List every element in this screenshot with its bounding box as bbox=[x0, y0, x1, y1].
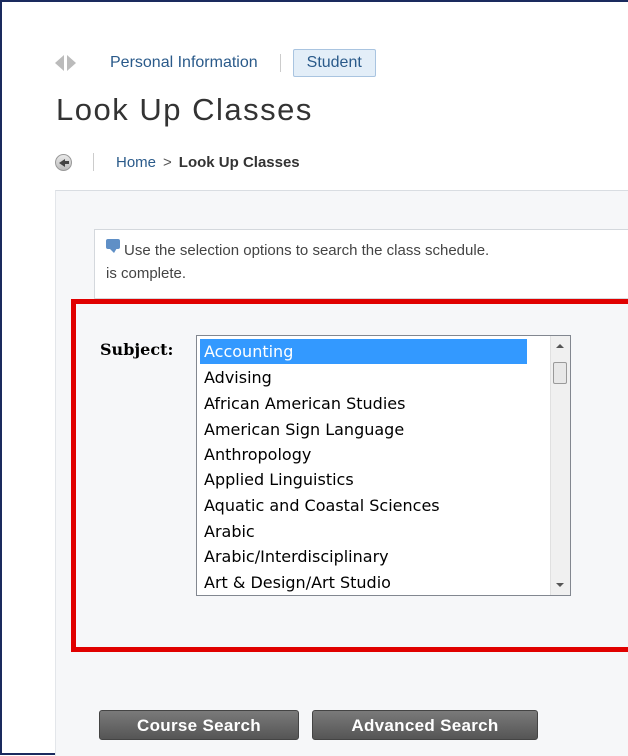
student-tab[interactable]: Student bbox=[292, 49, 376, 77]
subject-option[interactable]: Applied Linguistics bbox=[200, 467, 354, 492]
subject-option[interactable]: American Sign Language bbox=[200, 417, 404, 442]
scroll-down-arrow-icon[interactable] bbox=[556, 583, 564, 587]
nav-right-arrow-icon[interactable] bbox=[67, 55, 76, 71]
subject-option[interactable]: Accounting bbox=[200, 339, 527, 364]
subject-option[interactable]: Anthropology bbox=[200, 442, 311, 467]
subject-listbox[interactable]: Accounting Advising African American Stu… bbox=[196, 335, 571, 596]
breadcrumb-current: Look Up Classes bbox=[178, 153, 300, 171]
breadcrumb-divider bbox=[93, 153, 94, 171]
subject-option[interactable]: Arabic/Interdisciplinary bbox=[200, 544, 389, 569]
top-navigation: Personal Information Student bbox=[55, 48, 376, 78]
info-text-line1: Use the selection options to search the … bbox=[124, 242, 490, 259]
personal-information-link[interactable]: Personal Information bbox=[110, 54, 258, 72]
nav-divider bbox=[279, 54, 281, 72]
scroll-thumb[interactable] bbox=[553, 362, 567, 384]
back-arrow-icon[interactable] bbox=[55, 153, 72, 171]
scroll-up-arrow-icon[interactable] bbox=[556, 344, 564, 348]
course-search-button[interactable]: Course Search bbox=[99, 710, 299, 740]
nav-left-arrow-icon[interactable] bbox=[55, 55, 64, 71]
subject-option[interactable]: Advising bbox=[200, 365, 272, 390]
nav-arrows[interactable] bbox=[55, 55, 76, 71]
info-text-line2: is complete. bbox=[106, 265, 187, 282]
listbox-scrollbar[interactable] bbox=[550, 336, 570, 595]
speech-bubble-icon bbox=[106, 239, 120, 253]
subject-option[interactable]: Arabic bbox=[200, 519, 255, 544]
subject-label: Subject: bbox=[100, 340, 174, 359]
subject-option[interactable]: Aquatic and Coastal Sciences bbox=[200, 493, 440, 518]
breadcrumb: Home > Look Up Classes bbox=[55, 150, 300, 174]
info-message: Use the selection options to search the … bbox=[94, 229, 628, 299]
page-title: Look Up Classes bbox=[56, 92, 313, 127]
subject-option[interactable]: African American Studies bbox=[200, 391, 405, 416]
breadcrumb-home-link[interactable]: Home bbox=[116, 154, 156, 171]
advanced-search-button[interactable]: Advanced Search bbox=[312, 710, 538, 740]
breadcrumb-separator: > bbox=[163, 153, 172, 171]
subject-option[interactable]: Art & Design/Art Studio bbox=[200, 570, 391, 595]
